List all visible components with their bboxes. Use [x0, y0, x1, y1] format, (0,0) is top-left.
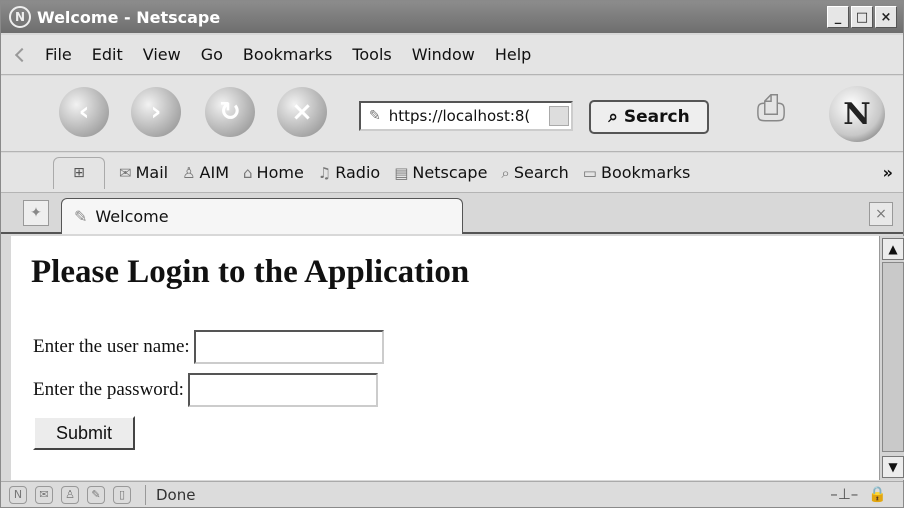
toolbar-item-aim[interactable]: ♙ AIM [182, 163, 229, 182]
folder-icon: ▭ [582, 163, 597, 182]
submit-button[interactable]: Submit [33, 416, 135, 450]
home-icon: ⌂ [243, 163, 253, 182]
url-bar[interactable]: ✎ https://localhost:8( [359, 101, 573, 131]
online-status-icon[interactable]: –⊥– [830, 485, 858, 503]
arrow-up-icon: ▲ [888, 242, 898, 256]
tab-welcome[interactable]: ✎ Welcome [61, 198, 463, 234]
reload-icon: ↻ [219, 97, 241, 127]
menu-file[interactable]: File [45, 45, 72, 64]
address-book-icon[interactable]: ▯ [113, 485, 131, 504]
toolbar-overflow-button[interactable]: » [883, 163, 893, 182]
toolbar-item-bookmarks[interactable]: ▭ Bookmarks [583, 163, 691, 182]
mail-icon: ✉ [119, 163, 132, 182]
toolbar-item-search[interactable]: ⌕ Search [501, 163, 568, 182]
scroll-thumb[interactable] [882, 262, 904, 452]
url-text: https://localhost:8( [388, 107, 531, 125]
menu-tools[interactable]: Tools [352, 45, 391, 64]
forward-arrow-icon: › [150, 97, 162, 127]
mail-icon[interactable]: ✉ [35, 485, 53, 504]
window-controls: _ □ × [827, 6, 897, 28]
back-arrow-icon: ‹ [78, 97, 90, 127]
stop-icon: × [291, 97, 313, 127]
magnifier-icon: ⌕ [608, 107, 618, 127]
page-content: Please Login to the Application Enter th… [11, 236, 879, 480]
browser-window: N Welcome - Netscape _ □ × File Edit Vie… [0, 0, 904, 508]
toolbar-item-radio[interactable]: ♫ Radio [318, 163, 380, 182]
menu-help[interactable]: Help [495, 45, 531, 64]
close-button[interactable]: × [875, 6, 897, 28]
window-title: Welcome - Netscape [37, 7, 221, 27]
my-netscape-icon: ▤ [394, 163, 409, 182]
password-row: Enter the password: [33, 373, 378, 407]
navigation-toolbar: ‹ › ↻ × ✎ https://localhost:8( ⌕ Search … [1, 76, 903, 152]
search-icon: ⌕ [501, 163, 510, 182]
status-bar: N ✉ ♙ ✎ ▯ Done –⊥– 🔒 [1, 481, 903, 507]
menu-view[interactable]: View [143, 45, 181, 64]
radio-icon: ♫ [317, 163, 332, 182]
toolbar-item-home[interactable]: ⌂ Home [243, 163, 304, 182]
netscape-throbber-icon[interactable]: N [829, 86, 885, 142]
aim-icon: ♙ [182, 163, 196, 182]
new-tab-icon[interactable]: ⊞ [53, 156, 105, 189]
stop-button[interactable]: × [277, 87, 327, 137]
search-button-label: Search [623, 107, 690, 127]
page-icon: ✎ [74, 207, 88, 226]
page-heading: Please Login to the Application [31, 254, 470, 290]
personal-toolbar: ⊞ ✉ Mail ♙ AIM ⌂ Home ♫ Radio ▤ Netscape ⌕ Sea… [1, 153, 903, 193]
username-input[interactable] [193, 330, 384, 364]
menu-bar: File Edit View Go Bookmarks Tools Window… [1, 35, 903, 75]
scroll-down-button[interactable]: ▼ [882, 456, 904, 478]
print-icon[interactable]: ⎙ [743, 88, 799, 134]
toolbar-item-mail[interactable]: ✉ Mail [119, 163, 168, 182]
arrow-down-icon: ▼ [888, 460, 898, 474]
new-tab-button[interactable]: ✦ [23, 200, 49, 226]
tab-bar: ✦ ✎ Welcome × [1, 194, 903, 234]
title-bar: N Welcome - Netscape _ □ × [1, 1, 903, 33]
aim-icon[interactable]: ♙ [61, 485, 79, 504]
search-button[interactable]: ⌕ Search [589, 100, 709, 134]
menu-bookmarks[interactable]: Bookmarks [243, 45, 332, 64]
forward-button[interactable]: › [131, 87, 181, 137]
navigator-icon[interactable]: N [9, 485, 27, 504]
menu-go[interactable]: Go [201, 45, 223, 64]
vertical-scrollbar[interactable]: ▲ ▼ [879, 236, 904, 480]
menu-edit[interactable]: Edit [92, 45, 123, 64]
close-icon: × [875, 206, 887, 222]
minimize-button[interactable]: _ [827, 6, 849, 28]
status-divider [145, 484, 146, 505]
url-dropdown-icon[interactable] [549, 106, 569, 126]
username-row: Enter the user name: [33, 330, 384, 364]
reload-button[interactable]: ↻ [205, 87, 255, 137]
new-tab-icon: ✦ [30, 205, 42, 221]
page-proxy-icon: ✎ [369, 108, 381, 124]
toolbar-grip-icon[interactable] [14, 47, 30, 62]
password-input[interactable] [187, 373, 378, 407]
maximize-button[interactable]: □ [851, 6, 873, 28]
password-label: Enter the password: [33, 379, 184, 400]
status-indicators: –⊥– 🔒 [830, 485, 887, 503]
security-lock-icon[interactable]: 🔒 [868, 485, 887, 503]
toolbar-item-netscape[interactable]: ▤ Netscape [394, 163, 487, 182]
back-button[interactable]: ‹ [59, 87, 109, 137]
menu-window[interactable]: Window [412, 45, 475, 64]
netscape-logo-icon: N [9, 6, 31, 28]
composer-icon[interactable]: ✎ [87, 485, 105, 504]
username-label: Enter the user name: [33, 336, 190, 357]
close-tab-button[interactable]: × [869, 202, 893, 226]
status-text: Done [156, 485, 196, 504]
scroll-up-button[interactable]: ▲ [882, 238, 904, 260]
tab-title: Welcome [95, 207, 169, 226]
